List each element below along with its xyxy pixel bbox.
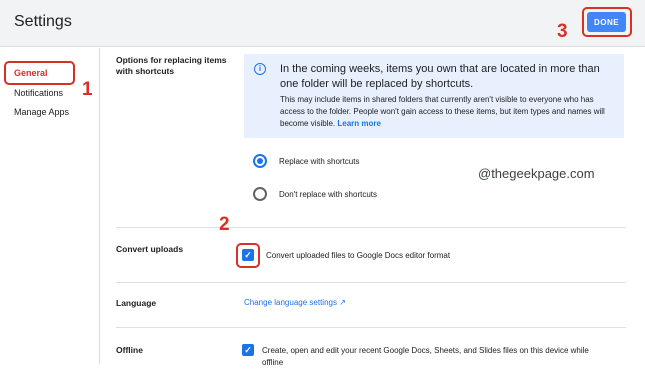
page-title: Settings (14, 13, 72, 30)
divider (116, 282, 626, 283)
offline-checkbox-label: Create, open and edit your recent Google… (262, 345, 589, 369)
done-button[interactable]: DONE (587, 12, 626, 32)
settings-header: Settings DONE 3 (0, 0, 645, 47)
convert-uploads-label: Convert uploads (116, 244, 184, 254)
info-banner: i In the coming weeks, items you own tha… (244, 54, 624, 138)
step-3-marker: 3 (557, 21, 568, 42)
change-language-text: Change language settings (244, 298, 337, 307)
learn-more-link[interactable]: Learn more (337, 119, 381, 128)
step-2-marker: 2 (219, 214, 230, 235)
sidebar-item-general[interactable]: General (14, 68, 48, 78)
info-body-text: This may include items in shared folders… (280, 95, 605, 128)
watermark: @thegeekpage.com (478, 166, 595, 181)
offline-label-line1: Create, open and edit your recent Google… (262, 346, 589, 355)
sidebar-item-manage-apps[interactable]: Manage Apps (14, 107, 69, 117)
divider (116, 227, 626, 228)
info-headline: In the coming weeks, items you own that … (280, 63, 600, 90)
divider (116, 327, 626, 328)
step-1-marker: 1 (82, 79, 93, 100)
external-link-icon: ↗ (339, 298, 346, 307)
replace-label-line1: Options for replacing items (116, 55, 227, 65)
radio-dont-replace-label: Don't replace with shortcuts (279, 190, 378, 199)
convert-checkbox-label: Convert uploaded files to Google Docs ed… (266, 251, 451, 260)
radio-replace-label: Replace with shortcuts (279, 157, 360, 166)
info-icon: i (254, 63, 266, 75)
convert-checkbox[interactable]: ✓ (242, 249, 254, 261)
radio-dont-replace[interactable] (253, 187, 267, 201)
language-label: Language (116, 298, 157, 308)
radio-replace-shortcuts[interactable] (253, 154, 267, 168)
sidebar-item-notifications[interactable]: Notifications (14, 88, 63, 98)
offline-label: Offline (116, 345, 143, 355)
done-highlight: DONE (582, 7, 632, 37)
offline-label-line2: offline (262, 358, 284, 367)
replace-section-label: Options for replacing items with shortcu… (116, 55, 227, 77)
change-language-link[interactable]: Change language settings ↗ (244, 298, 346, 307)
offline-checkbox[interactable]: ✓ (242, 344, 254, 356)
info-body: This may include items in shared folders… (280, 94, 615, 130)
replace-label-line2: with shortcuts (116, 66, 175, 76)
